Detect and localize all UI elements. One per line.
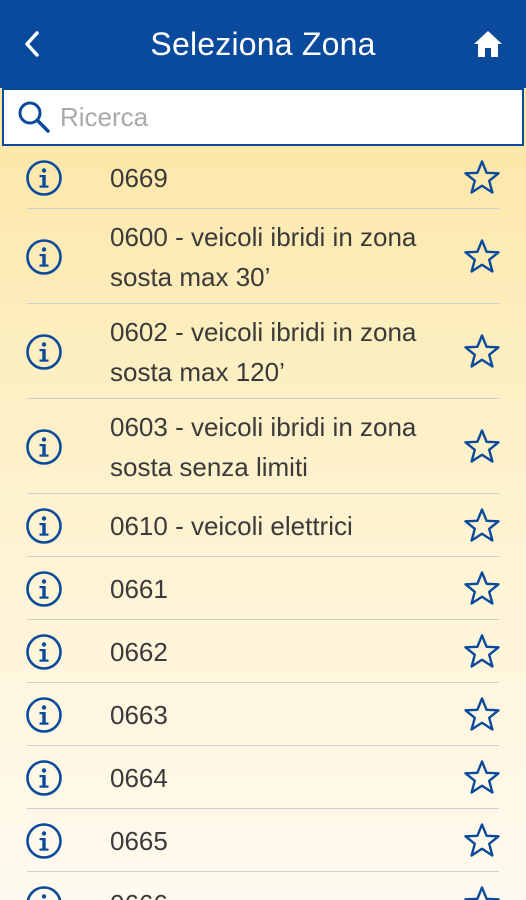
info-icon[interactable] — [25, 428, 63, 466]
zone-label: 0665 — [110, 825, 168, 856]
search-icon — [14, 97, 54, 137]
info-icon[interactable] — [25, 759, 63, 797]
zone-row[interactable]: 0664 — [0, 746, 526, 809]
info-icon[interactable] — [25, 159, 63, 197]
favorite-star-icon[interactable] — [462, 884, 502, 900]
chevron-left-icon — [25, 31, 39, 57]
zone-row[interactable]: 0661 — [0, 557, 526, 620]
info-icon[interactable] — [25, 238, 63, 276]
app-header: Seleziona Zona — [0, 0, 526, 88]
info-icon[interactable] — [25, 822, 63, 860]
favorite-star-icon[interactable] — [462, 237, 502, 277]
back-button[interactable] — [14, 22, 50, 66]
favorite-star-icon[interactable] — [462, 158, 502, 198]
zone-label: 0669 — [110, 162, 168, 193]
zone-row[interactable]: 0602 - veicoli ibridi in zona sosta max … — [0, 304, 526, 399]
zone-row[interactable]: 0603 - veicoli ibridi in zona sosta senz… — [0, 399, 526, 494]
home-icon — [474, 31, 502, 57]
info-icon[interactable] — [25, 333, 63, 371]
info-icon[interactable] — [25, 696, 63, 734]
zone-row[interactable]: 0669 — [0, 146, 526, 209]
zone-row[interactable]: 0600 - veicoli ibridi in zona sosta max … — [0, 209, 526, 304]
favorite-star-icon[interactable] — [462, 569, 502, 609]
zone-row[interactable]: 0610 - veicoli elettrici — [0, 494, 526, 557]
info-icon[interactable] — [25, 507, 63, 545]
zone-list: 0669 0600 - veicoli ibridi in zona sosta … — [0, 146, 526, 900]
zone-row[interactable]: 0665 — [0, 809, 526, 872]
zone-label: 0610 - veicoli elettrici — [110, 510, 353, 541]
zone-label: 0664 — [110, 762, 168, 793]
zone-label: 0663 — [110, 699, 168, 730]
favorite-star-icon[interactable] — [462, 332, 502, 372]
page-title: Seleziona Zona — [150, 25, 376, 62]
zone-label: 0600 - veicoli ibridi in zona sosta max … — [110, 221, 417, 292]
search-bar — [2, 88, 524, 146]
zone-label: 0662 — [110, 636, 168, 667]
zone-label: 0602 - veicoli ibridi in zona sosta max … — [110, 316, 417, 387]
zone-row[interactable]: 0662 — [0, 620, 526, 683]
favorite-star-icon[interactable] — [462, 506, 502, 546]
favorite-star-icon[interactable] — [462, 758, 502, 798]
favorite-star-icon[interactable] — [462, 427, 502, 467]
info-icon[interactable] — [25, 885, 63, 900]
zone-label: 0661 — [110, 573, 168, 604]
favorite-star-icon[interactable] — [462, 821, 502, 861]
zone-row[interactable]: 0663 — [0, 683, 526, 746]
favorite-star-icon[interactable] — [462, 632, 502, 672]
zone-label: 0666 — [110, 884, 420, 900]
zone-label: 0603 - veicoli ibridi in zona sosta senz… — [110, 411, 417, 482]
info-icon[interactable] — [25, 570, 63, 608]
home-button[interactable] — [468, 24, 508, 64]
zone-row[interactable]: 0666 — [0, 872, 526, 900]
search-input[interactable] — [60, 101, 500, 133]
info-icon[interactable] — [25, 633, 63, 671]
favorite-star-icon[interactable] — [462, 695, 502, 735]
